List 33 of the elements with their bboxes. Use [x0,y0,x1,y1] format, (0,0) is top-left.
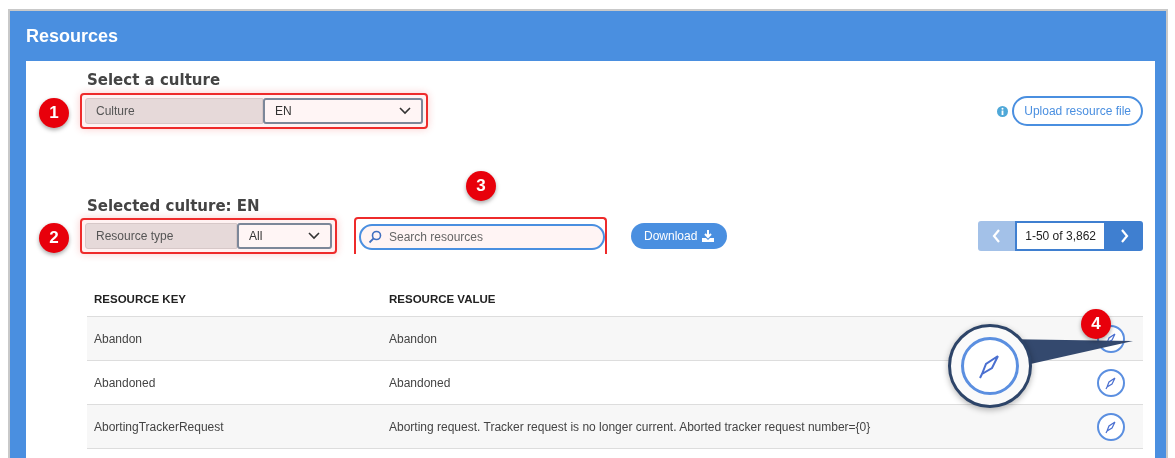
column-header: RESOURCE VALUE [388,293,497,305]
pen-icon [1104,419,1118,434]
download-icon [702,229,715,242]
pen-icon [1104,375,1118,390]
section-heading: Select a culture [87,71,222,89]
table-cell-text: Aborting request. Tracker request is no longer current. Aborted tracker request number={0} [388,419,872,434]
field-label: Resource type [85,222,237,249]
table-cell-text: Abandon [388,331,439,346]
column-header: RESOURCE KEY [93,293,188,305]
annotation-badge: 2 [39,223,69,253]
dropdown[interactable]: EN [263,98,423,124]
table-cell-text: AbortingTrackerRequest [93,419,225,434]
dropdown[interactable]: All [237,222,332,249]
chevron-right-icon [1120,228,1129,243]
section-heading: Selected culture: EN [87,197,261,215]
chevron-down-icon [308,231,320,240]
table-cell-text: Abandon [93,331,144,346]
panel-title: Resources [26,25,119,47]
annotation-badge: 3 [466,171,496,201]
chevron-down-icon [399,107,411,115]
page-range: 1-50 of 3,862 [1015,220,1106,251]
annotation-badge: 4 [1081,309,1111,339]
table-cell-text: Abandoned [388,375,452,390]
annotation-badge: 1 [39,98,69,128]
search-icon [368,230,382,244]
info-icon [997,105,1009,117]
field-label: Culture [85,98,263,124]
search-field[interactable]: Search resources [359,224,605,250]
chevron-left-icon [992,228,1002,243]
upload-button[interactable]: Upload resource file [1012,96,1143,126]
next-page-button[interactable] [1106,220,1143,251]
table-cell-text: Abandoned [93,375,157,390]
previous-page-button[interactable] [978,220,1016,251]
